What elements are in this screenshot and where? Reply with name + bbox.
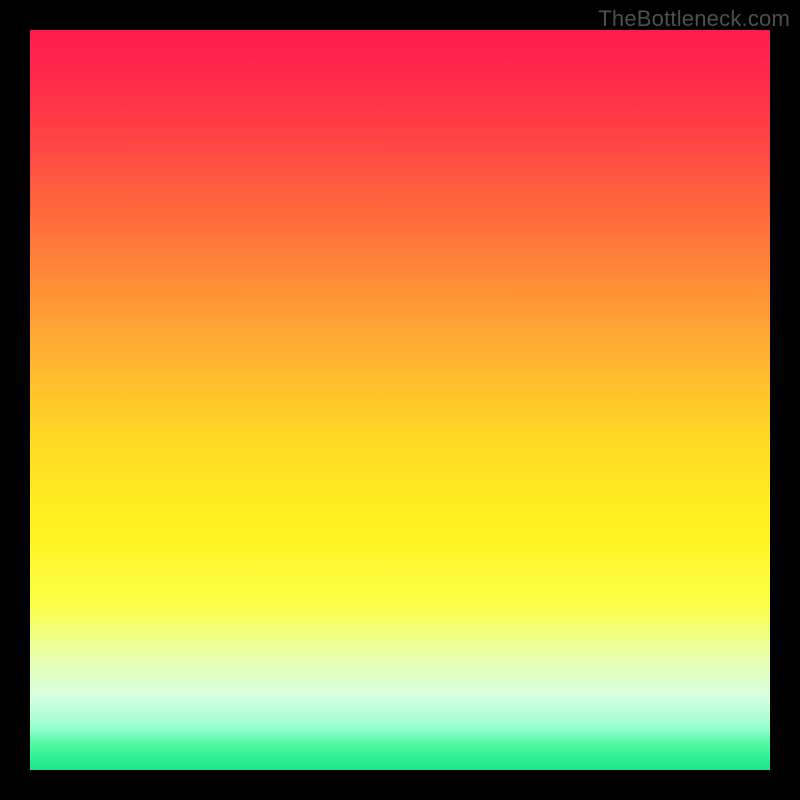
watermark-text: TheBottleneck.com (598, 6, 790, 32)
chart-frame: TheBottleneck.com (0, 0, 800, 800)
plot-area (30, 30, 770, 770)
gradient-background (30, 30, 770, 770)
